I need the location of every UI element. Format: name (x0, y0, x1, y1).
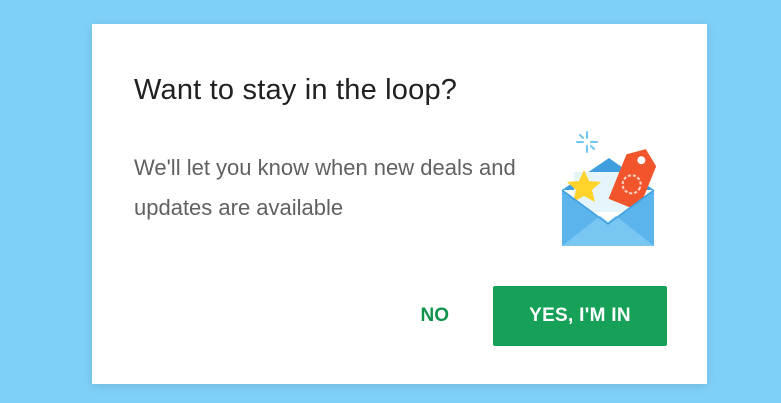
dialog-message: We'll let you know when new deals and up… (134, 155, 516, 220)
yes-im-in-button[interactable]: YES, I'M IN (493, 286, 667, 346)
dialog-title: Want to stay in the loop? (134, 74, 458, 106)
dialog-actions: NO YES, I'M IN (409, 286, 667, 346)
envelope-with-star-and-tag-icon (554, 128, 664, 246)
no-button[interactable]: NO (409, 286, 462, 346)
subscribe-dialog: Want to stay in the loop? We'll let you … (92, 24, 707, 384)
